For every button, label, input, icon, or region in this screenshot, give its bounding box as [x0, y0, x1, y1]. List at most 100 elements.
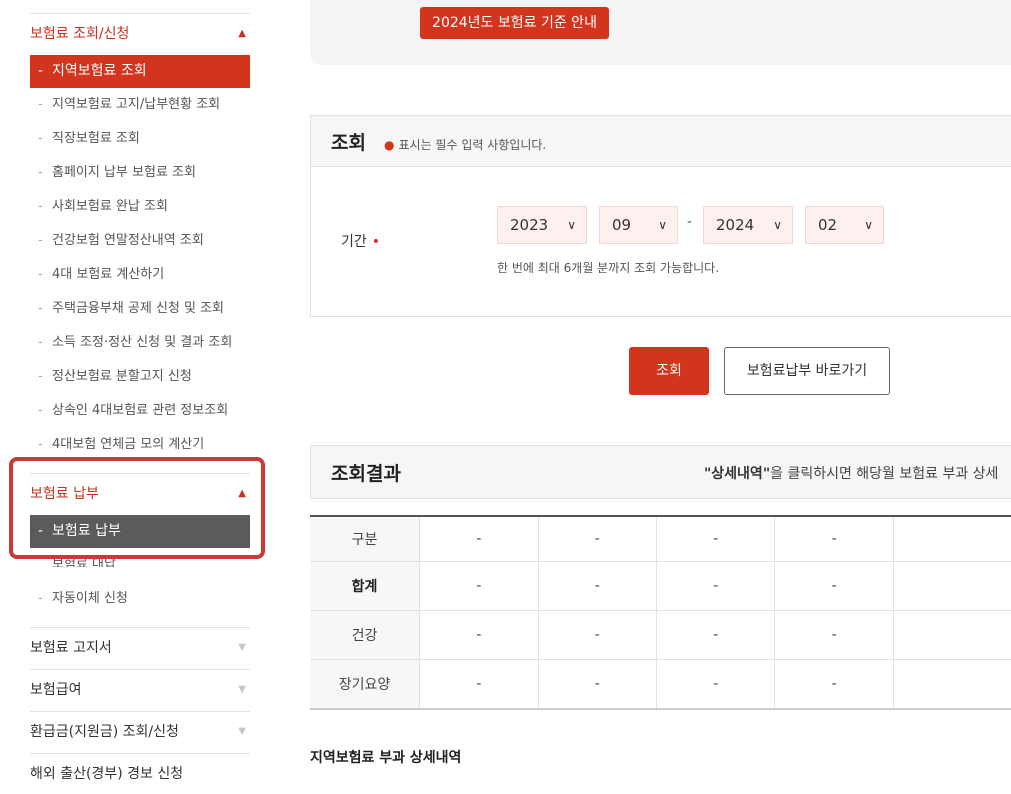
sidebar-item[interactable]: - 사회보험료 완납 조회 — [38, 195, 250, 219]
sidebar-item[interactable]: - 정산보험료 분할고지 신청 — [38, 365, 250, 389]
table-cell: - — [419, 516, 539, 562]
sidebar-item-label: 4대 보험료 계산하기 — [52, 267, 165, 282]
to-year-value: 2024 — [716, 216, 755, 234]
table-cell — [892, 561, 1011, 611]
section-label: 보험료 조회/신청 — [30, 26, 130, 42]
sidebar-item[interactable]: -4대보험 연체금 모의 계산기 — [38, 433, 250, 457]
table-cell: - — [537, 610, 657, 660]
sidebar-section-premium-inquiry[interactable]: 보험료 조회/신청 ▲ — [30, 14, 250, 54]
top-card: 2024년도 보험료 기준 안내 — [310, 0, 1011, 65]
chevron-down-icon: ∨ — [567, 218, 576, 232]
sidebar-item-label: 정산보험료 분할고지 신청 — [52, 369, 192, 384]
triangle-down-icon: ▼ — [238, 726, 246, 737]
chevron-down-icon: ∨ — [864, 218, 873, 232]
sidebar-item-label: 주택금융부채 공제 신청 및 조회 — [52, 301, 225, 316]
sidebar-item[interactable]: - 지역보험료 고지/납부현황 조회 — [38, 93, 250, 117]
sidebar-item-auto-transfer[interactable]: - 자동이체 신청 — [38, 587, 250, 611]
dash-icon: - — [38, 369, 43, 384]
sidebar-item[interactable]: - 건강보험 연말정산내역 조회 — [38, 229, 250, 253]
payment-shortcut-button[interactable]: 보험료납부 바로가기 — [724, 347, 890, 395]
period-label: 기간 • — [341, 231, 380, 251]
sidebar-item[interactable]: - 직장보험료 조회 — [38, 127, 250, 151]
result-table: 구분 - - - - 합계 - - - - 건강 - - - - 장기요양 - … — [310, 515, 1011, 710]
table-cell — [892, 659, 1011, 710]
triangle-up-icon: ▲ — [238, 28, 246, 39]
table-row: 합계 - - - - — [310, 561, 1011, 611]
sidebar-item[interactable]: -4대 보험료 계산하기 — [38, 263, 250, 287]
result-header: 조회결과 "상세내역"을 클릭하시면 해당월 보험료 부과 상세 — [310, 445, 1011, 499]
sidebar-item-label: 건강보험 연말정산내역 조회 — [52, 233, 204, 248]
sidebar-item-label: 사회보험료 완납 조회 — [52, 199, 168, 214]
sidebar-item[interactable]: - 주택금융부채 공제 신청 및 조회 — [38, 297, 250, 321]
from-month-select[interactable]: 09 ∨ — [599, 206, 678, 244]
table-cell: - — [774, 561, 894, 611]
query-panel-body: 기간 • 2023 ∨ 09 ∨ - 2024 ∨ 02 ∨ 한 번에 최대 6개… — [310, 166, 1011, 317]
dash-icon: - — [38, 335, 43, 350]
query-button[interactable]: 조회 — [629, 347, 709, 395]
table-row: 건강 - - - - — [310, 610, 1011, 660]
from-year-value: 2023 — [510, 216, 549, 234]
table-cell: - — [774, 516, 894, 562]
table-cell: - — [774, 610, 894, 660]
sidebar-item-label: 지역보험료 고지/납부현황 조회 — [52, 97, 221, 112]
to-month-value: 02 — [818, 216, 838, 234]
result-note-emphasis: "상세내역" — [704, 466, 771, 482]
sidebar-item[interactable]: - 홈페이지 납부 보험료 조회 — [38, 161, 250, 185]
table-cell: - — [419, 561, 539, 611]
row-header: 건강 — [310, 610, 420, 660]
section-label: 보험료 납부 — [30, 486, 99, 502]
dash-icon: - — [38, 437, 43, 452]
result-title: 조회결과 — [331, 463, 401, 485]
dash-icon: - — [38, 97, 43, 112]
dash-icon: - — [38, 165, 43, 180]
dash-icon: - — [38, 131, 43, 146]
sidebar-item-label: 소득 조정·정산 신청 및 결과 조회 — [52, 335, 233, 350]
sidebar-section-refund[interactable]: 환급금(지원금) 조회/신청 ▼ — [30, 712, 250, 752]
sidebar-section-overseas[interactable]: 해외 출산(경부) 경보 신청 — [30, 754, 250, 794]
sidebar: 보험료 조회/신청 ▲ - 지역보험료 조회 - 지역보험료 고지/납부현황 조회 … — [0, 0, 270, 782]
table-cell: - — [537, 561, 657, 611]
sidebar-item-premium-payment[interactable]: - 보험료 납부 — [30, 515, 250, 548]
sidebar-item-proxy-payment[interactable]: 보험료 대납 — [38, 553, 250, 567]
notice-button[interactable]: 2024년도 보험료 기준 안내 — [420, 7, 609, 39]
result-note-text: 을 클릭하시면 해당월 보험료 부과 상세 — [770, 466, 999, 482]
sidebar-item-label: 지역보험료 조회 — [52, 63, 147, 79]
dash-icon: - — [38, 301, 43, 316]
sidebar-item[interactable]: - 상속인 4대보험료 관련 정보조회 — [38, 399, 250, 423]
chevron-down-icon: ∨ — [773, 218, 782, 232]
from-year-select[interactable]: 2023 ∨ — [497, 206, 587, 244]
table-cell: - — [656, 659, 775, 710]
sidebar-item-label: 보험료 대납 — [52, 557, 116, 567]
section-label: 해외 출산(경부) 경보 신청 — [30, 766, 184, 782]
sidebar-item-label: 보험료 납부 — [52, 523, 121, 539]
required-note-text: 표시는 필수 입력 사항입니다. — [398, 138, 547, 152]
sidebar-item[interactable]: - 소득 조정·정산 신청 및 결과 조회 — [38, 331, 250, 355]
dash-icon: - — [38, 523, 44, 539]
chevron-down-icon: ∨ — [658, 218, 667, 232]
section-label: 환급금(지원금) 조회/신청 — [30, 724, 179, 740]
table-row: 구분 - - - - — [310, 516, 1011, 562]
row-header: 구분 — [310, 516, 420, 562]
row-header: 합계 — [310, 561, 420, 611]
dash-icon: - — [38, 403, 43, 418]
panel-title: 조회 — [331, 132, 366, 154]
table-row: 장기요양 - - - - — [310, 659, 1011, 710]
to-year-select[interactable]: 2024 ∨ — [703, 206, 793, 244]
section-label: 보험료 고지서 — [30, 640, 112, 656]
to-month-select[interactable]: 02 ∨ — [805, 206, 884, 244]
triangle-down-icon: ▼ — [238, 642, 246, 653]
sidebar-item-label: 4대보험 연체금 모의 계산기 — [52, 437, 205, 452]
sidebar-section-bill[interactable]: 보험료 고지서 ▼ — [30, 628, 250, 668]
table-cell: - — [537, 659, 657, 710]
dash-icon: - — [38, 267, 43, 282]
sidebar-section-premium-payment[interactable]: 보험료 납부 ▲ — [30, 474, 250, 514]
sidebar-section-benefits[interactable]: 보험급여 ▼ — [30, 670, 250, 710]
sidebar-item-label: 직장보험료 조회 — [52, 131, 140, 146]
result-note: "상세내역"을 클릭하시면 해당월 보험료 부과 상세 — [704, 463, 998, 483]
main-content: 2024년도 보험료 기준 안내 조회 ● 표시는 필수 입력 사항입니다. 기간… — [310, 0, 1011, 773]
sidebar-item-regional-premium[interactable]: - 지역보험료 조회 — [30, 55, 250, 88]
dash-icon: - — [38, 233, 43, 248]
sidebar-item-label: 홈페이지 납부 보험료 조회 — [52, 165, 196, 180]
from-month-value: 09 — [612, 216, 632, 234]
query-panel-header: 조회 ● 표시는 필수 입력 사항입니다. — [310, 115, 1011, 167]
